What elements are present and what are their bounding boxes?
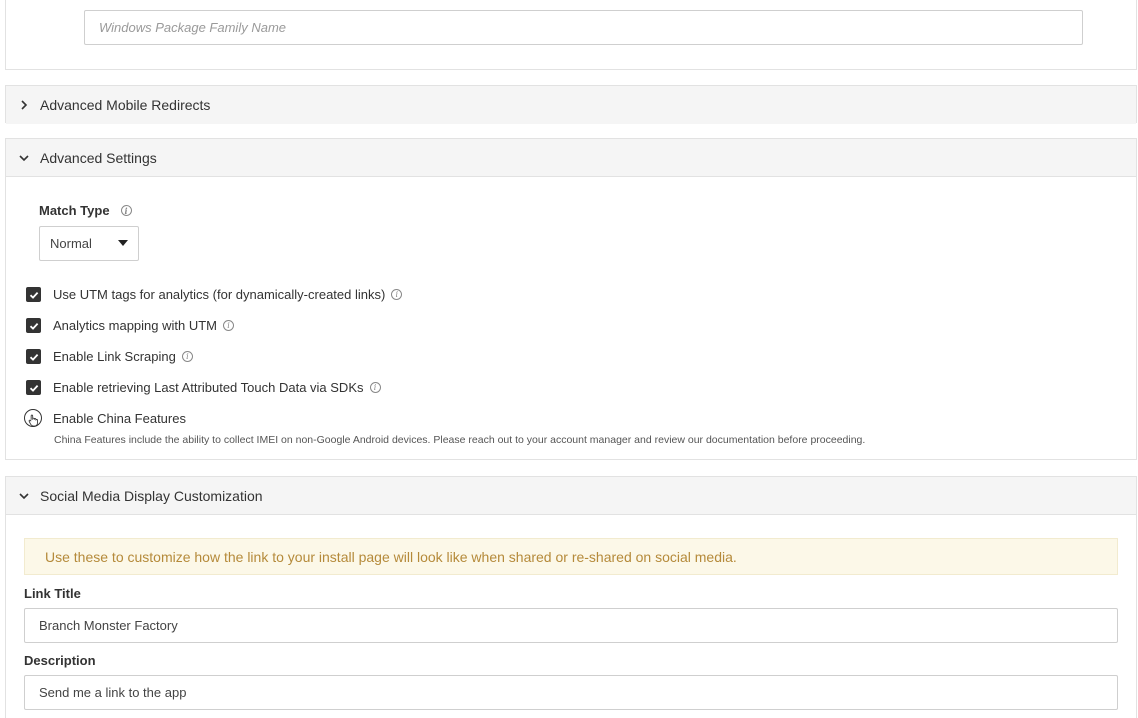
- advanced-settings-title: Advanced Settings: [40, 149, 157, 166]
- match-type-select[interactable]: Normal: [39, 226, 139, 261]
- info-icon[interactable]: i: [120, 205, 132, 216]
- info-icon[interactable]: i: [369, 382, 381, 393]
- checkbox-checked[interactable]: [26, 318, 41, 333]
- hand-cursor-icon: [28, 414, 38, 427]
- social-media-header[interactable]: Social Media Display Customization: [6, 477, 1136, 515]
- link-title-label: Link Title: [24, 586, 81, 601]
- match-type-value: Normal: [50, 236, 92, 251]
- match-type-label: Match Type: [39, 203, 110, 218]
- last-touch-label: Enable retrieving Last Attributed Touch …: [53, 380, 364, 395]
- advanced-mobile-redirects-panel: Advanced Mobile Redirects: [5, 85, 1137, 124]
- advanced-settings-panel: Advanced Settings Match Type i Normal Us…: [5, 138, 1137, 460]
- link-title-input[interactable]: Branch Monster Factory: [24, 608, 1118, 643]
- link-title-value: Branch Monster Factory: [39, 618, 178, 633]
- chevron-right-icon: [18, 99, 30, 111]
- last-touch-option[interactable]: Enable retrieving Last Attributed Touch …: [26, 380, 381, 395]
- china-features-label: Enable China Features: [53, 410, 186, 426]
- link-scraping-label: Enable Link Scraping: [53, 349, 176, 364]
- checkbox-checked[interactable]: [26, 380, 41, 395]
- match-type-label-row: Match Type i: [39, 203, 132, 218]
- social-notice-text: Use these to customize how the link to y…: [45, 548, 737, 565]
- windows-package-placeholder: Windows Package Family Name: [99, 20, 287, 35]
- description-label: Description: [24, 653, 96, 668]
- description-value: Send me a link to the app: [39, 685, 187, 700]
- advanced-mobile-redirects-title: Advanced Mobile Redirects: [40, 97, 211, 113]
- checkbox-unchecked[interactable]: [24, 409, 42, 427]
- caret-down-icon: [118, 240, 128, 246]
- windows-package-family-input[interactable]: Windows Package Family Name: [84, 10, 1083, 45]
- info-icon[interactable]: i: [223, 320, 234, 331]
- analytics-mapping-label: Analytics mapping with UTM: [53, 318, 217, 333]
- link-scraping-option[interactable]: Enable Link Scraping i: [26, 349, 193, 364]
- checkbox-checked[interactable]: [26, 349, 41, 364]
- social-notice: Use these to customize how the link to y…: [24, 538, 1118, 575]
- china-features-option[interactable]: Enable China Features: [24, 409, 186, 427]
- analytics-mapping-option[interactable]: Analytics mapping with UTM i: [26, 318, 234, 333]
- advanced-settings-header[interactable]: Advanced Settings: [6, 139, 1136, 177]
- utm-tags-label: Use UTM tags for analytics (for dynamica…: [53, 287, 386, 302]
- social-media-title: Social Media Display Customization: [40, 487, 263, 504]
- windows-panel: Windows Package Family Name: [5, 0, 1137, 70]
- chevron-down-icon: [18, 152, 30, 164]
- info-icon[interactable]: i: [391, 289, 403, 300]
- advanced-mobile-redirects-header[interactable]: Advanced Mobile Redirects: [6, 86, 1136, 124]
- info-icon[interactable]: i: [181, 351, 193, 362]
- utm-tags-option[interactable]: Use UTM tags for analytics (for dynamica…: [26, 287, 403, 302]
- description-input[interactable]: Send me a link to the app: [24, 675, 1118, 710]
- china-features-description: China Features include the ability to co…: [54, 434, 866, 446]
- chevron-down-icon: [18, 490, 30, 502]
- social-media-panel: Social Media Display Customization Use t…: [5, 476, 1137, 718]
- checkbox-checked[interactable]: [26, 287, 41, 302]
